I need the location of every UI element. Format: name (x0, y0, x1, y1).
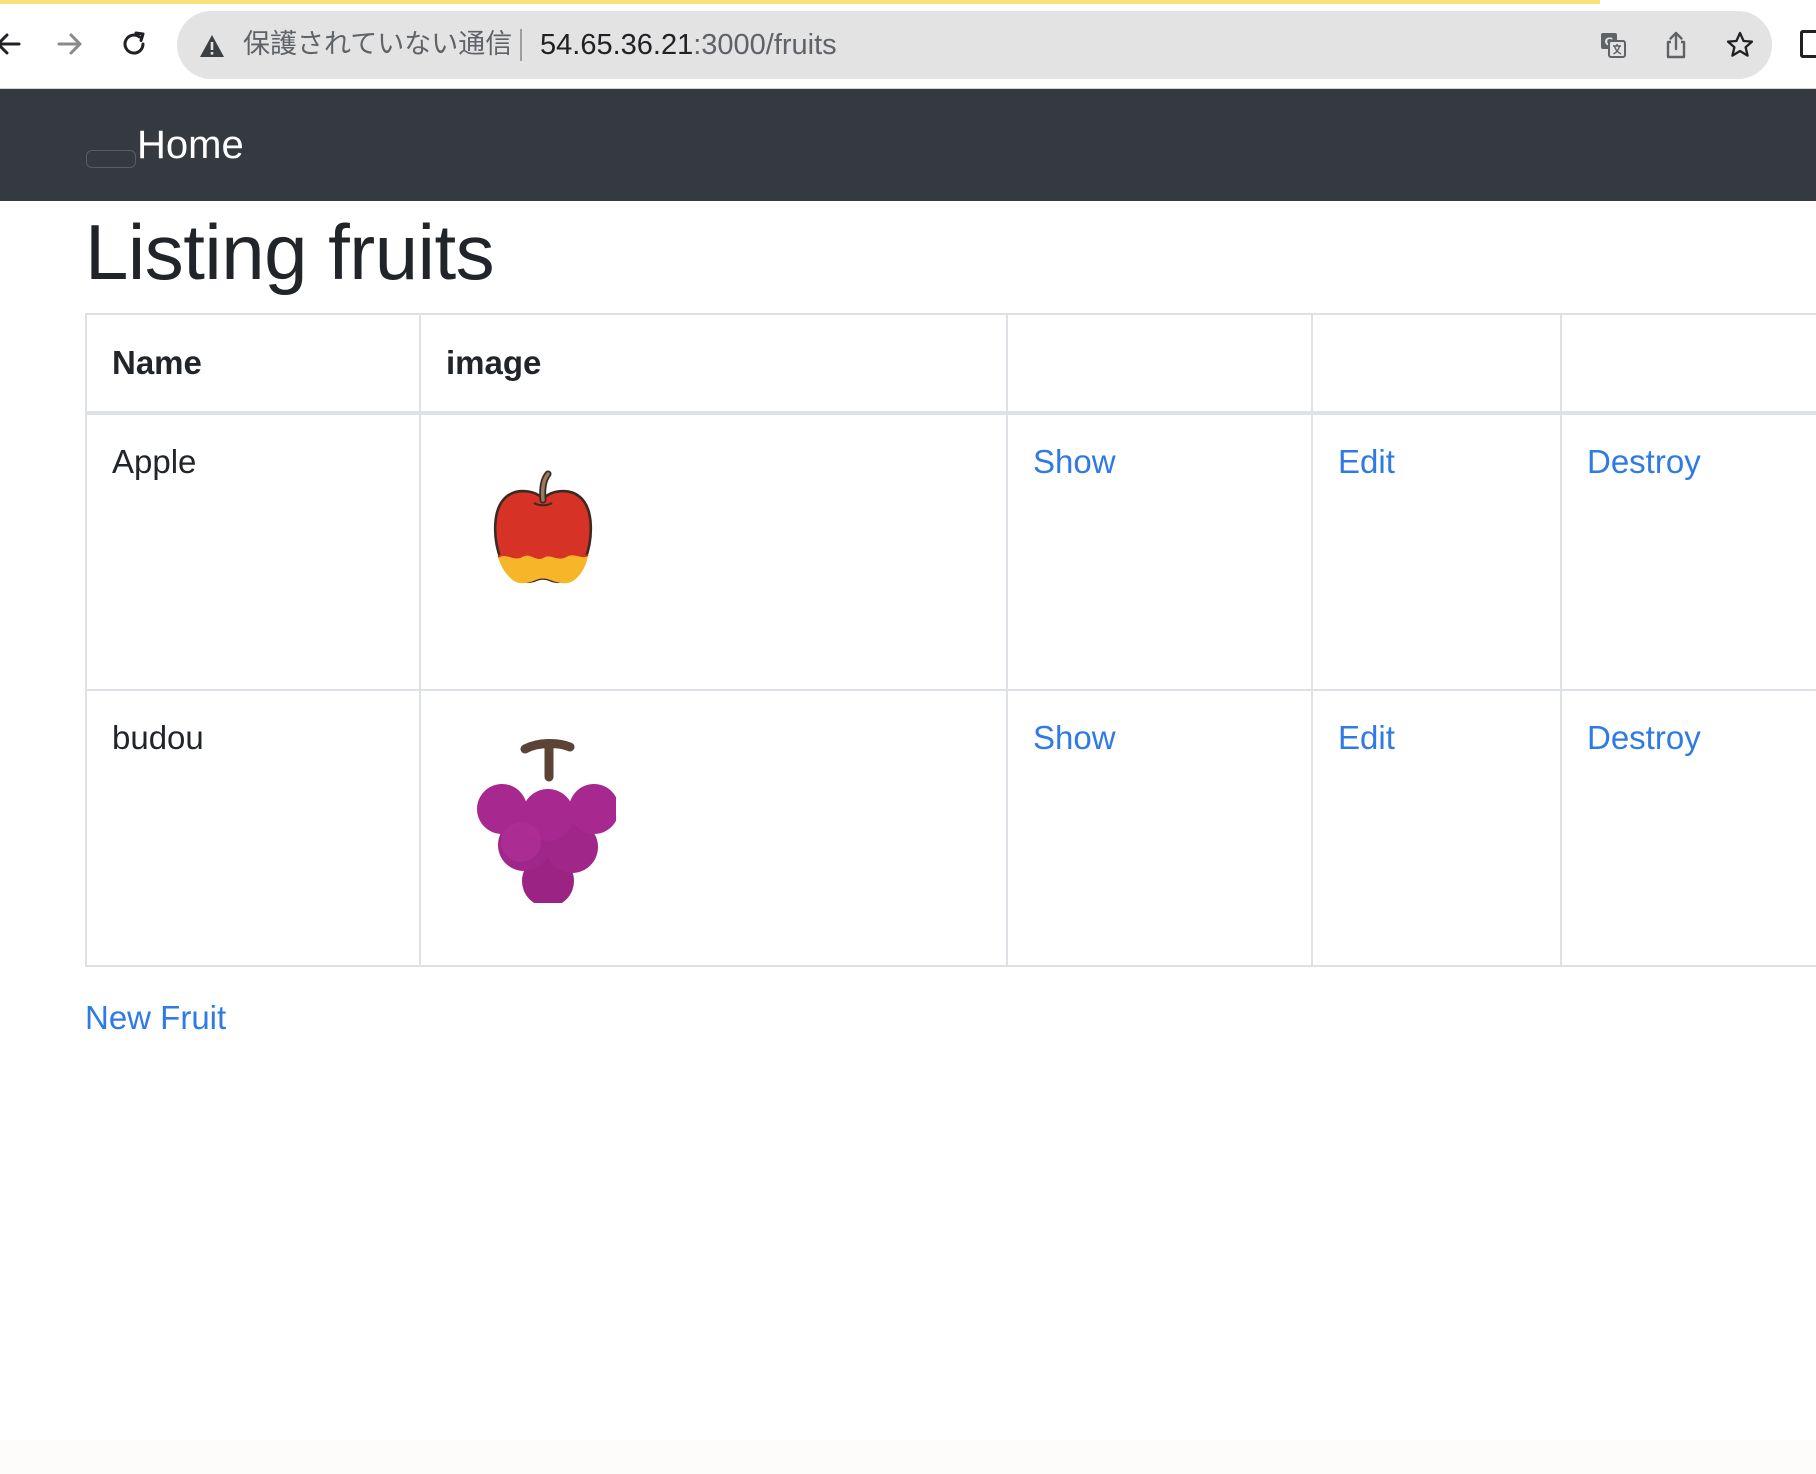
back-button[interactable] (0, 22, 30, 66)
table-header-row: Name image (85, 313, 1816, 415)
security-status-label[interactable]: 保護されていない通信 (243, 11, 512, 79)
fruit-name-cell: Apple (85, 412, 421, 691)
destroy-cell: Destroy (1560, 412, 1816, 691)
url-text[interactable]: 54.65.36.21:3000/fruits (540, 11, 837, 79)
page-loading-bar (0, 0, 1600, 4)
destroy-link[interactable]: Destroy (1587, 719, 1701, 756)
reload-icon (123, 31, 145, 55)
top-navbar (0, 89, 1816, 201)
url-path: :3000/fruits (693, 29, 837, 61)
table-row: budou Show Edit Destroy (85, 689, 1816, 967)
share-button[interactable] (1659, 28, 1693, 62)
bookmark-button[interactable] (1723, 28, 1757, 62)
column-header-edit (1311, 313, 1562, 415)
show-link[interactable]: Show (1033, 443, 1116, 480)
translate-button[interactable]: G (1596, 28, 1630, 62)
translate-icon: G (1601, 33, 1626, 58)
share-icon (1666, 31, 1686, 59)
column-header-name: Name (85, 313, 421, 415)
edit-link[interactable]: Edit (1338, 719, 1395, 756)
forward-button[interactable] (48, 22, 92, 66)
omnibox-divider (520, 29, 522, 61)
table-row: Apple Show Edit Destroy (85, 412, 1816, 691)
fruit-name-cell: budou (85, 689, 421, 967)
page-title: Listing fruits (85, 208, 495, 296)
warning-icon[interactable] (199, 33, 225, 59)
edit-cell: Edit (1311, 689, 1562, 967)
side-panel-icon[interactable] (1800, 30, 1816, 58)
browser-toolbar: 保護されていない通信 54.65.36.21:3000/fruits G (0, 0, 1816, 89)
bookmark-star-icon (1726, 31, 1754, 57)
navbar-brand-home[interactable]: Home (137, 89, 244, 201)
address-bar[interactable]: 保護されていない通信 54.65.36.21:3000/fruits G (177, 11, 1772, 79)
reload-button[interactable] (112, 22, 156, 66)
fruit-image-cell (419, 412, 1008, 691)
edit-cell: Edit (1311, 412, 1562, 691)
apple-icon (493, 470, 593, 584)
destroy-link[interactable]: Destroy (1587, 443, 1701, 480)
forward-arrow-icon (57, 33, 82, 55)
show-link[interactable]: Show (1033, 719, 1116, 756)
fruit-image-cell (419, 689, 1008, 967)
url-host: 54.65.36.21 (540, 29, 694, 61)
column-header-destroy (1560, 313, 1816, 415)
show-cell: Show (1006, 412, 1313, 691)
grapes-icon (477, 739, 616, 903)
new-fruit-link[interactable]: New Fruit (85, 999, 226, 1037)
destroy-cell: Destroy (1560, 689, 1816, 967)
show-cell: Show (1006, 689, 1313, 967)
fruits-table: Name image Apple Show Edit Destroy budou… (85, 313, 1816, 967)
page-bottom-edge (0, 1440, 1816, 1474)
column-header-image: image (419, 313, 1008, 415)
column-header-show (1006, 313, 1313, 415)
navbar-toggler-button[interactable] (86, 150, 136, 168)
edit-link[interactable]: Edit (1338, 443, 1395, 480)
back-arrow-icon (0, 33, 21, 55)
